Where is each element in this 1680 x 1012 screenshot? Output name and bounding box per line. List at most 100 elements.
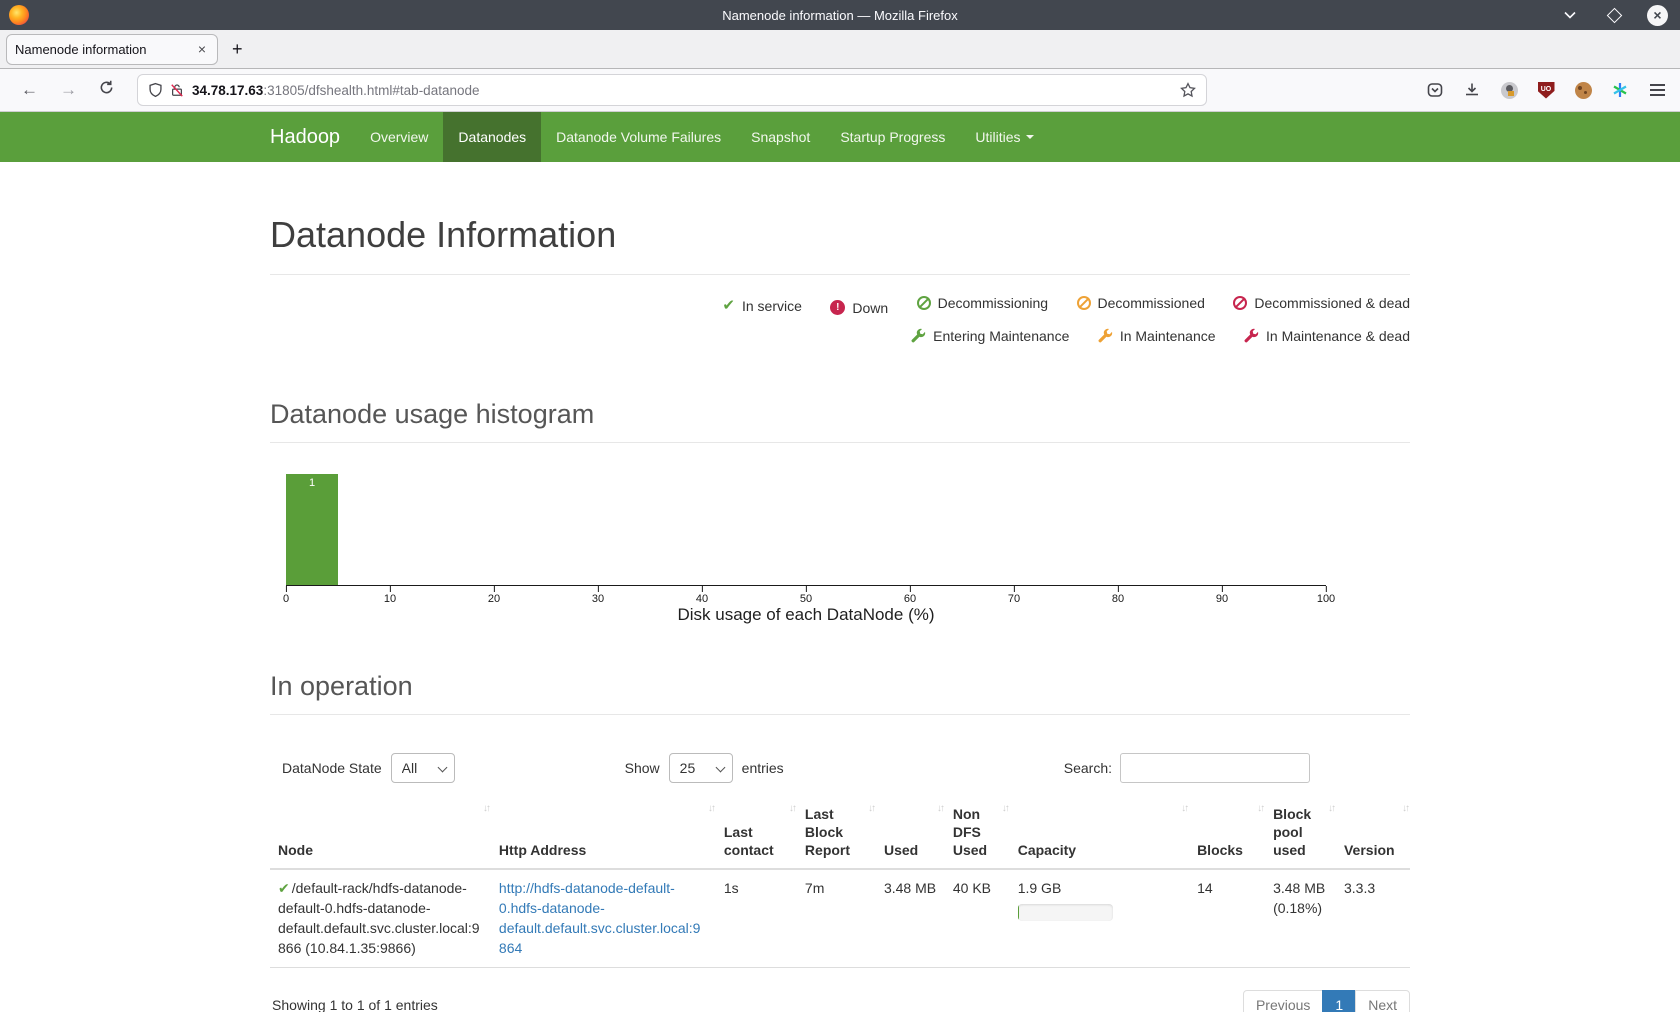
search-label: Search: [1064,760,1112,776]
close-icon[interactable]: × [1647,5,1668,26]
sort-icon[interactable]: ↓↑ [708,802,714,815]
legend-row-1: ✔In service !Down Decommissioning Decomm… [270,289,1410,322]
x-tick: 30 [592,586,604,605]
col-node[interactable]: ↓↑Node [270,797,491,869]
histogram-bar-count: 1 [286,477,338,489]
search-input[interactable] [1120,753,1310,783]
cell-last-block-report: 7m [797,869,876,968]
table-header-row: ↓↑Node ↓↑Http Address ↓↑Last contact ↓↑L… [270,797,1410,869]
ban-circle-icon [1233,296,1247,310]
pagination-next[interactable]: Next [1355,990,1410,1012]
minimize-icon[interactable] [1559,4,1581,26]
col-blocks[interactable]: ↓↑Blocks [1189,797,1265,869]
sort-icon[interactable]: ↓↑ [868,802,874,815]
col-last-contact[interactable]: ↓↑Last contact [716,797,797,869]
cell-version: 3.3.3 [1336,869,1410,968]
col-version[interactable]: ↓↑Version [1336,797,1410,869]
pagination-previous[interactable]: Previous [1243,990,1323,1012]
x-axis-ticks: 0 10 20 30 40 50 60 70 80 90 100 [286,586,1326,607]
capacity-progress-bar [1018,904,1113,921]
nav-item-datanodes[interactable]: Datanodes [443,112,541,162]
x-tick: 80 [1112,586,1124,605]
new-tab-button[interactable]: + [218,39,257,60]
wrench-icon [1098,328,1113,343]
x-tick: 100 [1317,586,1335,605]
privacy-extension-icon[interactable] [1500,81,1518,99]
legend-entering-maintenance: Entering Maintenance [911,322,1069,350]
downloads-icon[interactable] [1463,81,1481,99]
pagination-page-1[interactable]: 1 [1322,990,1356,1012]
cookie-extension-icon[interactable] [1574,81,1592,99]
sort-icon[interactable]: ↓↑ [1257,802,1263,815]
col-last-block-report[interactable]: ↓↑Last Block Report [797,797,876,869]
sort-icon[interactable]: ↓↑ [483,802,489,815]
url-bar[interactable]: 34.78.17.63:31805/dfshealth.html#tab-dat… [137,74,1207,106]
x-tick: 10 [384,586,396,605]
table-controls: DataNode State All Show 25 entries Searc… [270,753,1410,783]
lock-insecure-icon[interactable] [170,82,184,98]
col-capacity[interactable]: ↓↑Capacity [1010,797,1189,869]
sort-icon[interactable]: ↓↑ [937,802,943,815]
nav-item-startup-progress[interactable]: Startup Progress [825,112,960,162]
nav-item-volume-failures[interactable]: Datanode Volume Failures [541,112,736,162]
cell-block-pool-used: 3.48 MB (0.18%) [1265,869,1336,968]
shield-icon[interactable] [148,82,163,98]
capacity-value: 1.9 GB [1018,878,1181,898]
exclamation-circle-icon: ! [830,300,845,315]
legend-decommissioning: Decommissioning [917,289,1048,317]
sort-icon[interactable]: ↓↑ [789,802,795,815]
legend-row-2: Entering Maintenance In Maintenance In M… [270,322,1410,354]
show-entries-select[interactable]: 25 [669,753,733,783]
col-used[interactable]: ↓↑Used [876,797,945,869]
col-block-pool-used[interactable]: ↓↑Block pool used [1265,797,1336,869]
sort-icon[interactable]: ↓↑ [1328,802,1334,815]
window-titlebar: Namenode information — Mozilla Firefox × [0,0,1680,30]
nav-item-overview[interactable]: Overview [355,112,443,162]
menu-icon[interactable] [1648,81,1666,99]
forward-button[interactable]: → [49,80,88,100]
x-tick: 70 [1008,586,1020,605]
pocket-icon[interactable] [1426,81,1444,99]
tab-title: Namenode information [15,42,195,57]
ublock-origin-icon[interactable]: UO [1537,81,1555,99]
cell-capacity: 1.9 GB [1010,869,1189,968]
cell-node: ✔/default-rack/hdfs-datanode-default-0.h… [270,869,491,968]
colorful-asterisk-extension-icon[interactable] [1611,81,1629,99]
operation-section-title: In operation [270,671,1410,702]
histogram-plot-area: 1 [286,475,1326,586]
nav-item-snapshot[interactable]: Snapshot [736,112,825,162]
entries-label: entries [742,760,784,776]
ban-circle-icon [917,296,931,310]
show-entries-select-wrap: 25 [669,753,733,783]
back-button[interactable]: ← [10,80,49,100]
http-address-link[interactable]: http://hdfs-datanode-default-0.hdfs-data… [499,880,701,957]
browser-tab[interactable]: Namenode information × [6,34,218,65]
window-title: Namenode information — Mozilla Firefox [0,8,1680,23]
tab-close-icon[interactable]: × [195,41,209,57]
col-http-address[interactable]: ↓↑Http Address [491,797,716,869]
wrench-icon [911,328,926,343]
x-tick: 60 [904,586,916,605]
nav-item-utilities[interactable]: Utilities [960,112,1048,162]
cell-non-dfs-used: 40 KB [945,869,1010,968]
maximize-icon[interactable] [1603,4,1625,26]
sort-icon[interactable]: ↓↑ [1181,802,1187,815]
reload-button[interactable] [88,80,125,100]
histogram-divider [270,442,1410,443]
show-entries-group: Show 25 entries [625,753,784,783]
cell-http-address: http://hdfs-datanode-default-0.hdfs-data… [491,869,716,968]
sort-icon[interactable]: ↓↑ [1402,802,1408,815]
sort-icon[interactable]: ↓↑ [1002,802,1008,815]
datanode-state-select[interactable]: All [391,753,455,783]
operation-divider [270,714,1410,715]
firefox-logo-icon [9,5,29,25]
bookmark-star-icon[interactable] [1180,82,1196,98]
browser-toolbar: ← → 34.78.17.63:31805/dfshealth.html#tab… [0,69,1680,112]
pagination: Previous 1 Next [1243,990,1410,1012]
col-non-dfs-used[interactable]: ↓↑Non DFS Used [945,797,1010,869]
legend-decommissioned-dead: Decommissioned & dead [1233,289,1410,317]
x-tick: 90 [1216,586,1228,605]
entries-summary: Showing 1 to 1 of 1 entries [270,997,438,1012]
navbar-brand[interactable]: Hadoop [270,126,355,149]
title-divider [270,274,1410,275]
